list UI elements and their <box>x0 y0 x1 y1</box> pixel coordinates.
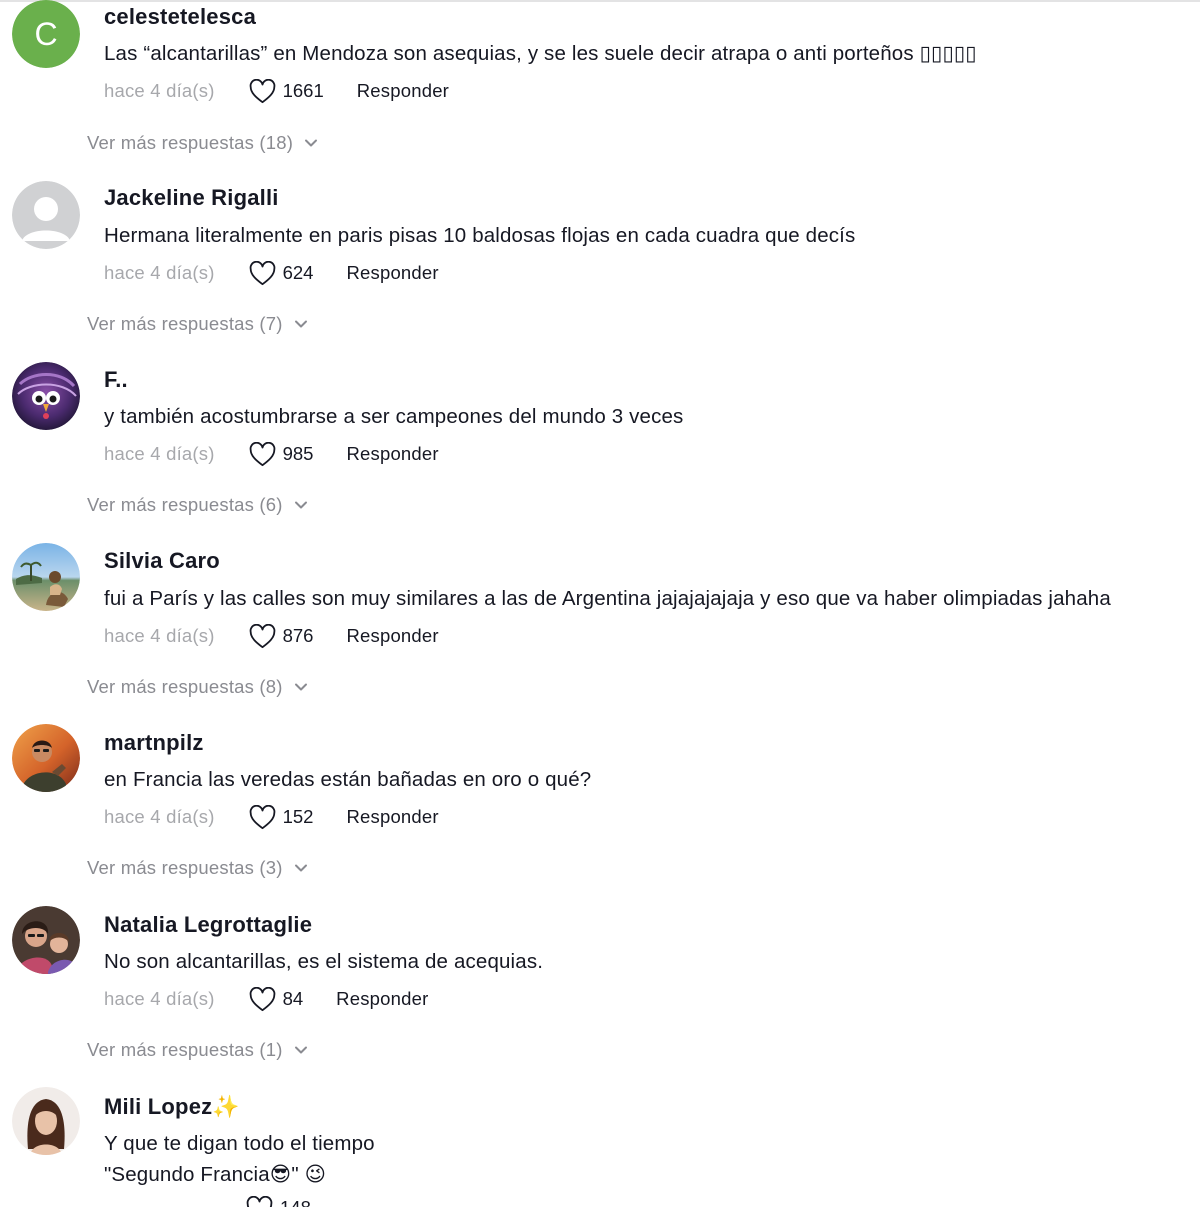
portrait-photo-avatar-icon <box>12 1087 80 1155</box>
comment-username[interactable]: Natalia Legrottaglie <box>104 912 312 938</box>
like-count: 985 <box>282 443 314 464</box>
heart-icon <box>249 78 275 103</box>
comment-meta: hace 4 día(s) 876 Responder <box>104 621 439 651</box>
view-more-replies-button[interactable]: Ver más respuestas (18) <box>87 129 318 157</box>
view-more-replies-button[interactable]: Ver más respuestas (8) <box>87 673 308 701</box>
comment-meta: 148 <box>104 1193 311 1207</box>
comment-text: y también acostumbrarse a ser campeones … <box>104 405 684 428</box>
view-more-replies-label: Ver más respuestas (6) <box>87 494 283 515</box>
comment-item: Natalia Legrottaglie No son alcantarilla… <box>0 906 1200 1076</box>
comment-meta: hace 4 día(s) 152 Responder <box>104 802 439 832</box>
chevron-down-icon <box>305 139 318 147</box>
comment-meta: hace 4 día(s) 84 Responder <box>104 984 428 1014</box>
comment-text: en Francia las veredas están bañadas en … <box>104 768 592 791</box>
like-count: 152 <box>282 806 314 827</box>
view-more-replies-label: Ver más respuestas (1) <box>87 1039 283 1060</box>
reply-button[interactable]: Responder <box>346 625 438 647</box>
reply-button[interactable]: Responder <box>346 806 438 828</box>
reply-button[interactable]: Responder <box>346 443 438 465</box>
chevron-down-icon <box>294 320 307 328</box>
like-button[interactable]: 1661 <box>249 78 324 104</box>
chevron-down-icon <box>294 864 307 872</box>
comment-text-line-2: "Segundo Francia😎" 😉 <box>104 1163 327 1186</box>
comment-username[interactable]: Silvia Caro <box>104 548 220 574</box>
comment-time: hace 4 día(s) <box>104 80 215 101</box>
view-more-replies-button[interactable]: Ver más respuestas (6) <box>87 491 308 519</box>
reply-button[interactable]: Responder <box>346 262 438 284</box>
view-more-replies-label: Ver más respuestas (3) <box>87 857 283 878</box>
beach-photo-avatar-icon <box>12 543 80 611</box>
like-count: 84 <box>282 988 304 1009</box>
like-count: 876 <box>282 625 314 646</box>
sunset-photo-avatar-icon <box>12 724 80 792</box>
like-count: 148 <box>280 1197 311 1207</box>
view-more-replies-button[interactable]: Ver más respuestas (1) <box>87 1036 308 1064</box>
comment-item: F.. y también acostumbrarse a ser campeo… <box>0 362 1200 532</box>
chevron-down-icon <box>294 683 307 691</box>
comment-text: Hermana literalmente en paris pisas 10 b… <box>104 224 856 247</box>
chevron-down-icon <box>294 1046 307 1054</box>
avatar[interactable] <box>12 362 80 430</box>
heart-icon <box>249 623 275 648</box>
avatar[interactable] <box>12 724 80 792</box>
comment-username[interactable]: F.. <box>104 367 128 393</box>
like-count: 624 <box>282 262 314 283</box>
avatar[interactable] <box>12 1087 80 1155</box>
comment-text: Las “alcantarillas” en Mendoza son asequ… <box>104 42 977 65</box>
avatar[interactable] <box>12 543 80 611</box>
like-button[interactable]: 624 <box>249 260 314 286</box>
heart-icon <box>249 986 275 1011</box>
heart-icon <box>249 260 275 285</box>
chevron-down-icon <box>294 501 307 509</box>
heart-icon <box>249 441 275 466</box>
default-avatar-icon <box>12 181 80 249</box>
reply-button[interactable]: Responder <box>336 988 428 1010</box>
avatar[interactable] <box>12 181 80 249</box>
comment-time: hace 4 día(s) <box>104 625 215 646</box>
comment-text: fui a París y las calles son muy similar… <box>104 587 1111 610</box>
view-more-replies-label: Ver más respuestas (8) <box>87 676 283 697</box>
reply-button[interactable]: Responder <box>357 80 449 102</box>
view-more-replies-button[interactable]: Ver más respuestas (3) <box>87 854 308 882</box>
like-button[interactable]: 148 <box>246 1195 311 1207</box>
view-more-replies-label: Ver más respuestas (7) <box>87 313 283 334</box>
avatar-letter: C <box>34 16 57 52</box>
letter-avatar-icon: C <box>12 0 80 68</box>
comment-time: hace 4 día(s) <box>104 806 215 827</box>
two-people-photo-avatar-icon <box>12 906 80 974</box>
like-button[interactable]: 84 <box>249 986 304 1012</box>
bird-photo-avatar-icon <box>12 362 80 430</box>
comment-item: Jackeline Rigalli Hermana literalmente e… <box>0 181 1200 351</box>
comment-meta: hace 4 día(s) 985 Responder <box>104 439 439 469</box>
like-button[interactable]: 152 <box>249 804 314 830</box>
like-count: 1661 <box>282 80 324 101</box>
comment-text: No son alcantarillas, es el sistema de a… <box>104 950 544 973</box>
avatar[interactable]: C <box>12 0 80 68</box>
comment-item: martnpilz en Francia las veredas están b… <box>0 724 1200 894</box>
comment-item: C celestetelesca Las “alcantarillas” en … <box>0 0 1200 170</box>
comment-username[interactable]: celestetelesca <box>104 4 256 30</box>
like-button[interactable]: 985 <box>249 441 314 467</box>
comment-meta: hace 4 día(s) 624 Responder <box>104 258 439 288</box>
comment-item: Mili Lopez✨ Y que te digan todo el tiemp… <box>0 1087 1200 1207</box>
view-more-replies-label: Ver más respuestas (18) <box>87 132 294 153</box>
comment-username[interactable]: martnpilz <box>104 730 204 756</box>
comment-time: hace 4 día(s) <box>104 262 215 283</box>
comment-time: hace 4 día(s) <box>104 443 215 464</box>
comment-meta: hace 4 día(s) 1661 Responder <box>104 76 449 106</box>
heart-icon <box>249 804 275 829</box>
comment-item: Silvia Caro fui a París y las calles son… <box>0 543 1200 713</box>
heart-icon <box>246 1195 273 1207</box>
comment-username[interactable]: Jackeline Rigalli <box>104 185 279 211</box>
view-more-replies-button[interactable]: Ver más respuestas (7) <box>87 310 308 338</box>
comment-text-line-1: Y que te digan todo el tiempo <box>104 1132 375 1155</box>
comment-time: hace 4 día(s) <box>104 988 215 1009</box>
avatar[interactable] <box>12 906 80 974</box>
like-button[interactable]: 876 <box>249 623 314 649</box>
comment-username[interactable]: Mili Lopez✨ <box>104 1094 240 1120</box>
